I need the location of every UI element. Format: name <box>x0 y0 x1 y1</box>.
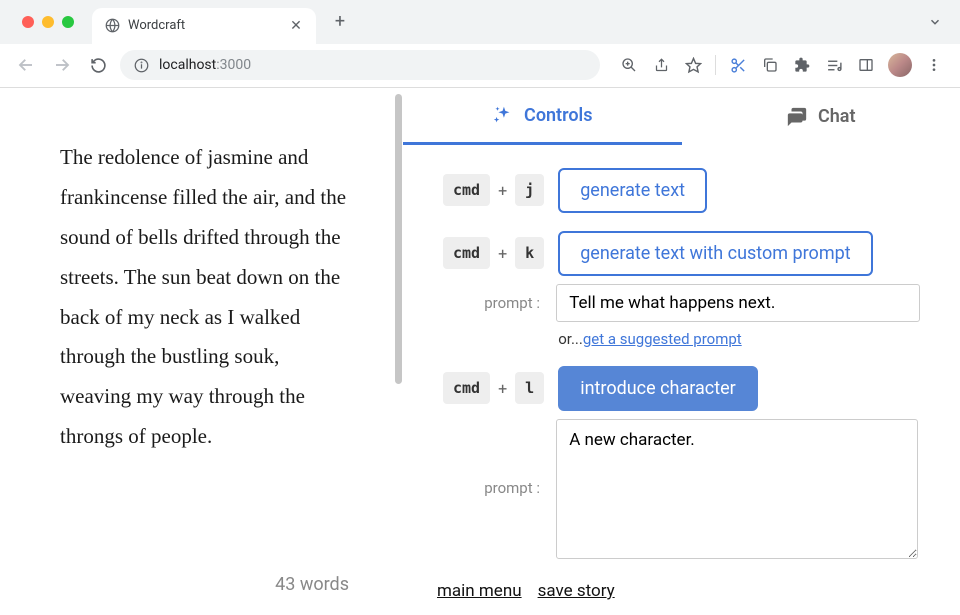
word-count: 43 words <box>60 574 355 595</box>
footer-links: main menu save story <box>437 581 920 601</box>
sparkle-icon <box>492 104 514 126</box>
tab-bar: Wordcraft ✕ + <box>0 0 960 44</box>
control-row-generate: cmd + j generate text <box>443 168 920 213</box>
chat-icon <box>786 106 808 128</box>
controls-body: cmd + j generate text cmd + k generate <box>403 146 960 611</box>
main-menu-link[interactable]: main menu <box>437 581 522 601</box>
control-row-custom: cmd + k generate text with custom prompt… <box>443 231 920 348</box>
tab-chat[interactable]: Chat <box>682 88 960 145</box>
controls-pane: Controls Chat cmd + j generate text <box>403 88 960 615</box>
url-port: :3000 <box>216 57 251 73</box>
menu-icon[interactable] <box>920 51 948 79</box>
share-icon[interactable] <box>647 51 675 79</box>
browser-tab[interactable]: Wordcraft ✕ <box>92 8 316 44</box>
tab-controls[interactable]: Controls <box>403 88 682 145</box>
key-cmd: cmd <box>443 372 490 404</box>
window-controls <box>12 16 84 28</box>
zoom-icon[interactable] <box>615 51 643 79</box>
url-host: localhost <box>159 57 216 73</box>
globe-icon <box>104 18 120 34</box>
suggest-line: or...get a suggested prompt <box>558 330 920 348</box>
window-close[interactable] <box>22 16 34 28</box>
prompt-label: prompt : <box>484 294 544 312</box>
prompt-input-l[interactable] <box>556 419 918 559</box>
key-l: l <box>515 372 544 404</box>
extensions-icon[interactable] <box>788 51 816 79</box>
star-icon[interactable] <box>679 51 707 79</box>
introduce-character-button[interactable]: introduce character <box>558 366 758 411</box>
shortcut-j: cmd + j <box>443 168 544 206</box>
plus: + <box>498 181 507 200</box>
scrollbar-thumb[interactable] <box>395 94 402 384</box>
key-cmd: cmd <box>443 237 490 269</box>
new-tab-button[interactable]: + <box>326 8 354 36</box>
scissors-icon[interactable] <box>724 51 752 79</box>
tabs-header: Controls Chat <box>403 88 960 146</box>
window-maximize[interactable] <box>62 16 74 28</box>
chevron-down-icon[interactable] <box>928 15 942 29</box>
back-button[interactable] <box>12 51 40 79</box>
toolbar-icons <box>615 51 948 79</box>
nav-bar: localhost:3000 <box>0 44 960 88</box>
key-j: j <box>515 174 544 206</box>
close-icon[interactable]: ✕ <box>288 18 304 34</box>
sidepanel-icon[interactable] <box>852 51 880 79</box>
control-row-character: cmd + l introduce character prompt : <box>443 366 920 559</box>
avatar[interactable] <box>888 53 912 77</box>
copy-icon[interactable] <box>756 51 784 79</box>
story-pane: The redolence of jasmine and frankincens… <box>0 88 395 615</box>
tab-title: Wordcraft <box>128 18 280 33</box>
plus: + <box>498 244 507 263</box>
forward-button[interactable] <box>48 51 76 79</box>
address-bar[interactable]: localhost:3000 <box>120 50 600 80</box>
reload-button[interactable] <box>84 51 112 79</box>
prompt-input-k[interactable] <box>556 284 920 322</box>
suggest-prompt-link[interactable]: get a suggested prompt <box>583 330 742 348</box>
divider <box>715 55 716 75</box>
pane-divider[interactable] <box>395 88 403 615</box>
window-minimize[interactable] <box>42 16 54 28</box>
shortcut-l: cmd + l <box>443 366 544 404</box>
plus: + <box>498 379 507 398</box>
app-content: The redolence of jasmine and frankincens… <box>0 88 960 615</box>
tab-chat-label: Chat <box>818 106 856 127</box>
generate-custom-button[interactable]: generate text with custom prompt <box>558 231 872 276</box>
browser-chrome: Wordcraft ✕ + localhost:3000 <box>0 0 960 88</box>
tab-controls-label: Controls <box>524 105 592 126</box>
shortcut-k: cmd + k <box>443 231 544 269</box>
save-story-link[interactable]: save story <box>538 581 615 601</box>
key-k: k <box>515 237 544 269</box>
info-icon <box>134 58 149 73</box>
playlist-icon[interactable] <box>820 51 848 79</box>
key-cmd: cmd <box>443 174 490 206</box>
story-text[interactable]: The redolence of jasmine and frankincens… <box>60 138 355 564</box>
or-prefix: or... <box>558 330 583 348</box>
prompt-label: prompt : <box>484 479 544 497</box>
generate-text-button[interactable]: generate text <box>558 168 707 213</box>
